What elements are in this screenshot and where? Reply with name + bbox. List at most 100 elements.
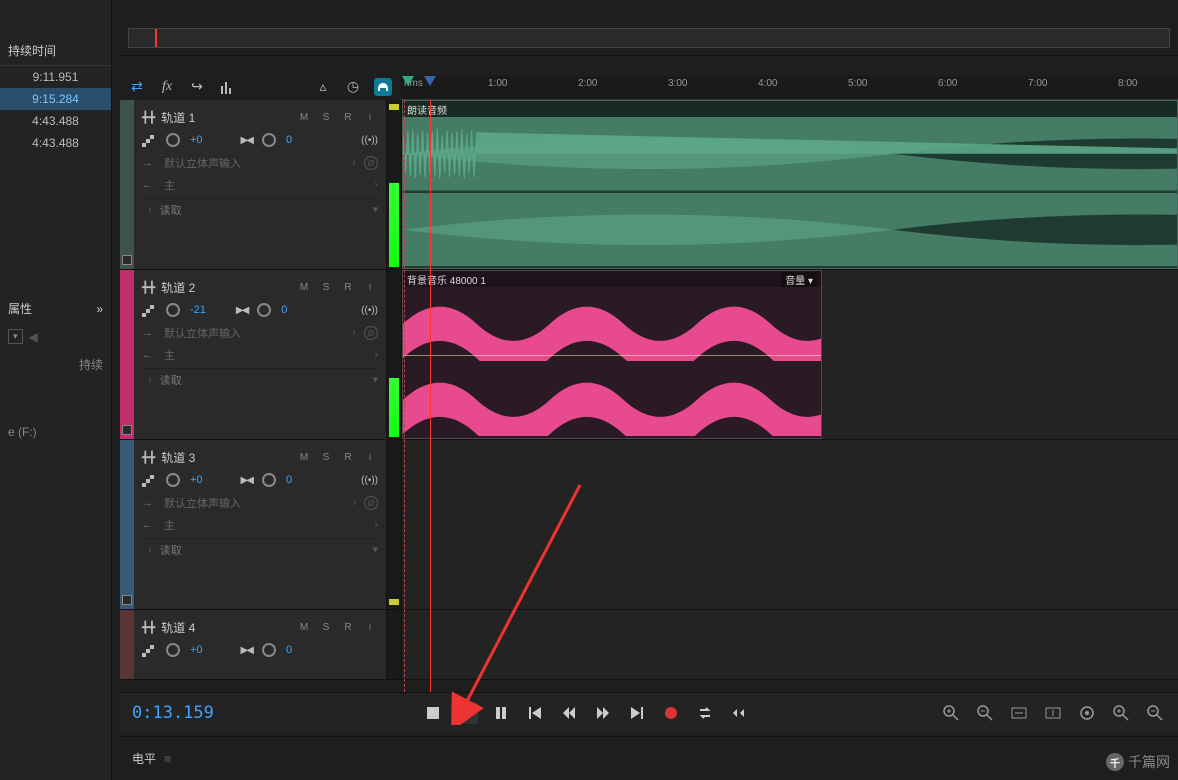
automation-mode[interactable]: 读取 — [160, 202, 365, 218]
duration-row[interactable]: 9:15.284 — [0, 88, 111, 110]
record-button[interactable]: R — [340, 282, 356, 293]
clip-gain-line[interactable] — [403, 355, 821, 356]
volume-value[interactable]: -21 — [190, 304, 206, 316]
playhead-line[interactable] — [430, 100, 431, 692]
output-route[interactable]: 主 — [164, 517, 366, 533]
range-start-marker[interactable] — [402, 76, 416, 90]
output-route[interactable]: 主 — [164, 347, 366, 363]
audio-clip[interactable]: 朗读音频 — [402, 100, 1178, 269]
play-button[interactable] — [456, 702, 478, 724]
track-content[interactable] — [402, 610, 1178, 679]
forward-button[interactable] — [592, 702, 614, 724]
pan-value[interactable]: 0 — [281, 304, 287, 316]
mute-button[interactable]: M — [296, 452, 312, 463]
stop-button[interactable] — [422, 702, 444, 724]
volume-value[interactable]: +0 — [190, 474, 203, 486]
duration-row[interactable]: 4:43.488 — [0, 110, 111, 132]
track-content[interactable]: 背景音乐 48000 1 音量 ▾ — [402, 270, 1178, 439]
output-route[interactable]: 主 — [164, 177, 366, 193]
chevron-icon[interactable]: › — [374, 179, 378, 191]
input-route[interactable]: 默认立体声输入 — [164, 495, 344, 511]
volume-knob[interactable] — [166, 643, 180, 657]
expand-icon[interactable] — [96, 302, 103, 316]
eq-icon[interactable] — [218, 78, 236, 96]
dropdown-icon[interactable]: ▾ — [372, 203, 378, 216]
audio-clip[interactable]: 背景音乐 48000 1 音量 ▾ — [402, 270, 822, 439]
track-name[interactable]: 轨道 3 — [161, 449, 290, 466]
record-button[interactable]: R — [340, 452, 356, 463]
loop-button[interactable] — [694, 702, 716, 724]
skip-silence-button[interactable] — [728, 702, 750, 724]
track-grip[interactable] — [120, 610, 134, 679]
track-name[interactable]: 轨道 1 — [161, 109, 290, 126]
level-label[interactable]: 电平 — [132, 750, 156, 767]
headphone-icon[interactable] — [374, 78, 392, 96]
monitor-button[interactable]: I — [362, 113, 378, 122]
zoom-out-v-button[interactable] — [1144, 702, 1166, 724]
time-ruler[interactable]: hms 1:00 2:00 3:00 4:00 5:00 6:00 7:00 8… — [400, 76, 1178, 100]
phase-icon[interactable]: Ø — [364, 326, 378, 340]
pan-knob[interactable] — [257, 303, 271, 317]
pause-button[interactable] — [490, 702, 512, 724]
playhead-marker[interactable] — [424, 76, 438, 90]
input-route[interactable]: 默认立体声输入 — [164, 325, 344, 341]
solo-button[interactable]: S — [318, 282, 334, 293]
drive-label[interactable]: e (F:) — [0, 419, 111, 445]
pan-value[interactable]: 0 — [286, 474, 292, 486]
phase-icon[interactable]: Ø — [364, 156, 378, 170]
zoom-in-v-button[interactable] — [1110, 702, 1132, 724]
countdown-icon[interactable]: ◷ — [344, 78, 362, 96]
dropdown-icon[interactable]: ▾ — [372, 373, 378, 386]
loop-icon[interactable]: ⇄ — [128, 78, 146, 96]
track-name[interactable]: 轨道 4 — [161, 619, 290, 636]
monitor-button[interactable]: I — [362, 623, 378, 632]
overview-bar[interactable] — [120, 0, 1178, 56]
record-button[interactable] — [660, 702, 682, 724]
properties-header[interactable]: 属性 — [0, 294, 111, 323]
track-grip[interactable] — [120, 270, 134, 439]
fx-icon[interactable]: fx — [158, 78, 176, 96]
chevron-icon[interactable]: › — [148, 204, 152, 216]
dropdown-icon[interactable]: ▾ — [372, 543, 378, 556]
skip-back-button[interactable] — [524, 702, 546, 724]
chevron-icon[interactable]: › — [352, 327, 356, 339]
metronome-icon[interactable]: ▵ — [314, 78, 332, 96]
broadcast-icon[interactable]: ((•)) — [361, 475, 378, 486]
volume-knob[interactable] — [166, 473, 180, 487]
duration-row[interactable]: 4:43.488 — [0, 132, 111, 154]
volume-knob[interactable] — [166, 133, 180, 147]
clip-volume-button[interactable]: 音量 ▾ — [781, 272, 817, 287]
pan-knob[interactable] — [262, 643, 276, 657]
pan-value[interactable]: 0 — [286, 134, 292, 146]
volume-value[interactable]: +0 — [190, 644, 203, 656]
skip-forward-button[interactable] — [626, 702, 648, 724]
input-route[interactable]: 默认立体声输入 — [164, 155, 344, 171]
time-display[interactable]: 0:13.159 — [132, 703, 332, 723]
broadcast-icon[interactable]: ((•)) — [361, 305, 378, 316]
solo-button[interactable]: S — [318, 452, 334, 463]
track-content[interactable]: 朗读音频 — [402, 100, 1178, 269]
chevron-icon[interactable]: › — [352, 497, 356, 509]
chevron-icon[interactable]: › — [148, 544, 152, 556]
solo-button[interactable]: S — [318, 112, 334, 123]
zoom-fit-v-button[interactable] — [1042, 702, 1064, 724]
rewind-button[interactable] — [558, 702, 580, 724]
monitor-button[interactable]: I — [362, 453, 378, 462]
mute-button[interactable]: M — [296, 282, 312, 293]
chevron-icon[interactable]: › — [148, 374, 152, 386]
track-content[interactable] — [402, 440, 1178, 609]
chevron-icon[interactable]: › — [374, 519, 378, 531]
automation-mode[interactable]: 读取 — [160, 542, 365, 558]
pan-knob[interactable] — [262, 133, 276, 147]
chevron-icon[interactable]: › — [352, 157, 356, 169]
record-button[interactable]: R — [340, 622, 356, 633]
record-button[interactable]: R — [340, 112, 356, 123]
phase-icon[interactable]: Ø — [364, 496, 378, 510]
zoom-out-button[interactable] — [974, 702, 996, 724]
mute-button[interactable]: M — [296, 622, 312, 633]
monitor-button[interactable]: I — [362, 283, 378, 292]
volume-knob[interactable] — [166, 303, 180, 317]
menu-icon[interactable]: ≡ — [164, 752, 171, 766]
solo-button[interactable]: S — [318, 622, 334, 633]
property-row[interactable]: ▾ ◀ — [0, 323, 111, 350]
